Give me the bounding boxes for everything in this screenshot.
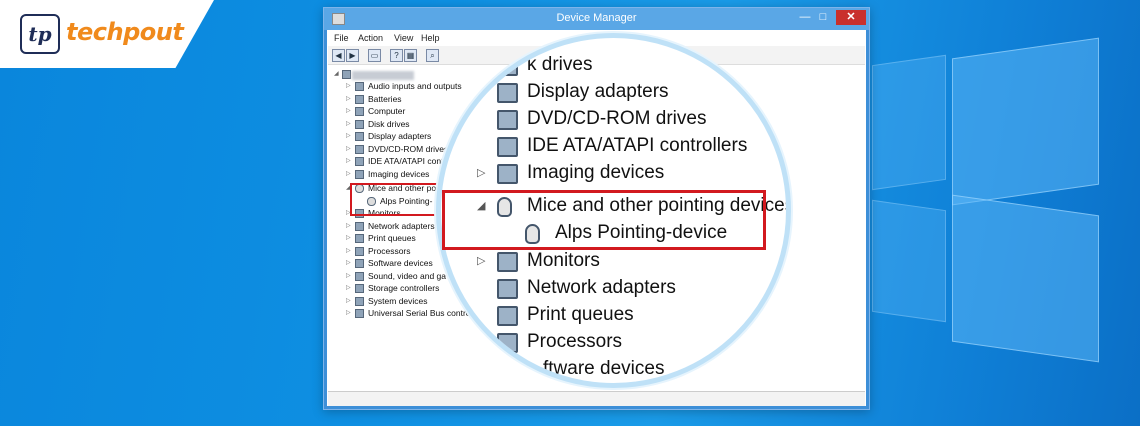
speaker-icon (355, 82, 364, 91)
brand-badge-letters: tp (28, 22, 52, 46)
tree-item-label: Network adapters (368, 220, 435, 231)
tree-item-label: Software devices (368, 258, 433, 268)
tree-item-label: Print queues (368, 233, 416, 243)
tree-item-label: Sound, video and ga (368, 270, 446, 281)
expand-arrow-icon[interactable]: ▷ (346, 297, 351, 304)
battery-icon (355, 94, 364, 104)
window-title: Device Manager (556, 12, 637, 24)
tree-item-label: Storage controllers (368, 283, 440, 293)
software-icon (355, 259, 364, 268)
scan-hardware-icon[interactable]: ⌕ (426, 49, 439, 62)
dvd-icon (355, 144, 364, 154)
processor-icon (497, 333, 518, 353)
magnified-item-label: k drives (527, 54, 593, 75)
tree-item-label: Imaging devices (368, 168, 430, 179)
windows-logo-pane (952, 194, 1099, 363)
brand-logo-icon: tp (20, 14, 60, 54)
dvd-icon (497, 110, 518, 130)
highlight-box-large (442, 190, 766, 250)
expand-arrow-icon[interactable]: ▷ (346, 234, 351, 241)
tree-item-label: Computer (368, 106, 406, 116)
expand-arrow-icon[interactable]: ▷ (346, 284, 351, 291)
expand-arrow-icon: ▷ (477, 255, 486, 267)
maximize-button[interactable]: □ (816, 10, 830, 25)
expand-arrow-icon[interactable]: ▷ (346, 157, 351, 164)
expand-arrow-icon[interactable]: ▷ (346, 170, 351, 177)
expand-arrow-icon[interactable]: ▷ (346, 309, 351, 316)
expand-arrow-icon[interactable]: ▷ (346, 132, 351, 139)
magnified-item-label: Monitors (527, 250, 600, 271)
expand-arrow-icon[interactable]: ▷ (346, 107, 351, 114)
expand-arrow-icon[interactable]: ▷ (346, 272, 351, 279)
close-button[interactable]: ✕ (836, 10, 866, 25)
expand-arrow-icon[interactable]: ▷ (346, 95, 351, 102)
processor-icon (355, 246, 364, 256)
menu-action[interactable]: Action (358, 33, 383, 43)
expand-arrow-icon[interactable]: ▷ (346, 145, 351, 152)
tree-item-label: Processors (368, 245, 411, 256)
tree-item-label: Batteries (368, 93, 402, 104)
storage-icon (355, 284, 364, 293)
tree-item-label: Audio inputs and outputs (368, 81, 462, 91)
tree-item-label: Universal Serial Bus contro (368, 308, 471, 318)
collapse-arrow-icon[interactable]: ◢ (334, 70, 339, 77)
help-icon[interactable]: ? (390, 49, 403, 62)
camera-icon (355, 169, 364, 179)
expand-arrow-icon[interactable]: ▷ (346, 247, 351, 254)
magnified-item-label: Print queues (527, 304, 634, 325)
magnified-item-label: Imaging devices (527, 162, 665, 183)
magnified-item-label: Display adapters (527, 81, 669, 102)
camera-icon (497, 164, 518, 184)
network-icon (497, 279, 518, 299)
display-adapter-icon (355, 132, 364, 141)
forward-icon[interactable]: ▶ (346, 49, 359, 62)
ide-icon (497, 137, 518, 157)
ide-icon (355, 157, 364, 166)
magnified-item-label: Network adapters (527, 277, 676, 298)
expand-arrow-icon[interactable]: ▷ (346, 82, 351, 89)
brand-banner: tp techpout (0, 0, 214, 68)
properties-icon[interactable]: ▭ (368, 49, 381, 62)
windows-logo-pane (872, 199, 946, 323)
menu-file[interactable]: File (334, 33, 349, 43)
monitor-icon (497, 252, 518, 272)
back-icon[interactable]: ◀ (332, 49, 345, 62)
tree-item-label: Disk drives (368, 118, 410, 129)
usb-icon (355, 309, 364, 318)
tree-root[interactable]: ◢ (334, 69, 424, 81)
show-hidden-icon[interactable]: ▦ (404, 49, 417, 62)
display-adapter-icon (497, 83, 518, 103)
printer-icon (355, 234, 364, 243)
disk-icon (355, 119, 364, 129)
printer-icon (497, 306, 518, 326)
tree-item-label: IDE ATA/ATAPI cont (368, 156, 444, 166)
expand-arrow-icon[interactable]: ▷ (346, 259, 351, 266)
computer-icon (355, 107, 364, 116)
windows-logo-pane (872, 54, 946, 191)
expand-arrow-icon[interactable]: ▷ (346, 120, 351, 127)
expand-arrow-icon[interactable]: ▷ (346, 222, 351, 229)
menu-view[interactable]: View (394, 33, 413, 43)
sound-icon (355, 271, 364, 281)
magnified-item-label: Processors (527, 331, 623, 352)
brand-name: techpout (66, 18, 184, 46)
tree-item-label: DVD/CD-ROM drives (368, 143, 449, 154)
magnified-item-label: ftware devices (543, 358, 665, 379)
minimize-button[interactable]: — (798, 10, 812, 25)
status-bar (328, 391, 865, 406)
expand-arrow-icon: ▷ (477, 167, 486, 179)
magnified-item-label: IDE ATA/ATAPI controllers (527, 135, 748, 156)
menu-help[interactable]: Help (421, 33, 440, 43)
system-icon (355, 296, 364, 306)
tree-item-label: Display adapters (368, 131, 432, 141)
tree-item-label: System devices (368, 295, 428, 306)
title-bar[interactable]: Device Manager — □ ✕ (324, 8, 869, 30)
disk-icon (497, 56, 518, 76)
magnified-item-label: DVD/CD-ROM drives (527, 108, 707, 129)
windows-logo-pane (952, 37, 1099, 206)
computer-icon (342, 70, 351, 79)
network-icon (355, 221, 364, 231)
computer-name-blurred (352, 71, 414, 80)
